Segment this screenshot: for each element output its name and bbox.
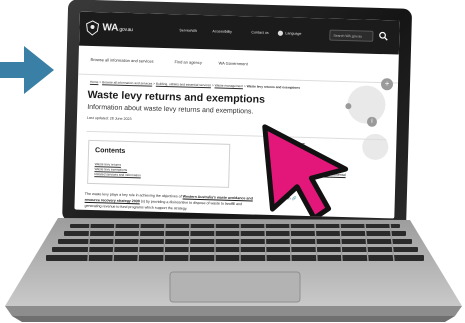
contents-link[interactable]: Waste levy returns (95, 162, 121, 167)
breadcrumb-waste-management[interactable]: Waste management (215, 83, 244, 88)
browser-screen: WA.gov.au ServiceWA Accessibility Contac… (74, 11, 400, 219)
page-title: Waste levy returns and exemptions (87, 88, 266, 106)
nav-accessibility[interactable]: Accessibility (212, 29, 232, 34)
breadcrumb-building[interactable]: Building, utilities and essential servic… (156, 82, 211, 88)
arrow-right-icon (0, 46, 54, 94)
strategy-link[interactable]: Western Australia's waste avoidance and (183, 195, 253, 201)
last-updated: Last updated: 28 June 2023 (86, 115, 132, 122)
breadcrumb: Home > Browse all information and servic… (89, 79, 301, 90)
plus-icon[interactable]: + (380, 78, 394, 91)
nav-language[interactable]: Language (285, 31, 301, 35)
contents-title: Contents (94, 147, 126, 155)
contents-panel: Contents Waste levy returns Waste levy e… (87, 139, 231, 188)
search-icon[interactable] (378, 31, 388, 41)
decorative-circle (361, 133, 389, 161)
globe-icon (277, 30, 284, 36)
page-lead: Information about waste levy returns and… (87, 103, 254, 116)
wa-crest-icon (86, 20, 100, 36)
nav-servicewa[interactable]: ServiceWA (179, 28, 197, 32)
subnav-wa-government[interactable]: WA Government (218, 61, 247, 67)
subnav-find-agency[interactable]: Find an agency (174, 59, 201, 65)
decorative-circle (346, 85, 386, 125)
trackpad (169, 271, 301, 303)
subnav-browse[interactable]: Browse all information and services (91, 57, 154, 64)
breadcrumb-home[interactable]: Home (90, 80, 99, 84)
site-brand[interactable]: WA.gov.au (102, 22, 133, 34)
breadcrumb-current: Waste levy returns and exemptions (246, 84, 301, 90)
nav-contact-us[interactable]: Contact us (251, 30, 268, 34)
contents-link[interactable]: Related services and information (94, 172, 141, 177)
info-icon[interactable]: i (366, 116, 378, 127)
breadcrumb-browse[interactable]: Browse all information and services (102, 80, 152, 85)
laptop-keyboard-base (5, 218, 462, 322)
search-input[interactable]: Search WA.gov.au (329, 29, 374, 42)
cursor-arrow-icon (262, 124, 349, 219)
laptop-lid: WA.gov.au ServiceWA Accessibility Contac… (62, 0, 413, 231)
strategy-link[interactable]: resource recovery strategy 2030 (85, 198, 140, 204)
